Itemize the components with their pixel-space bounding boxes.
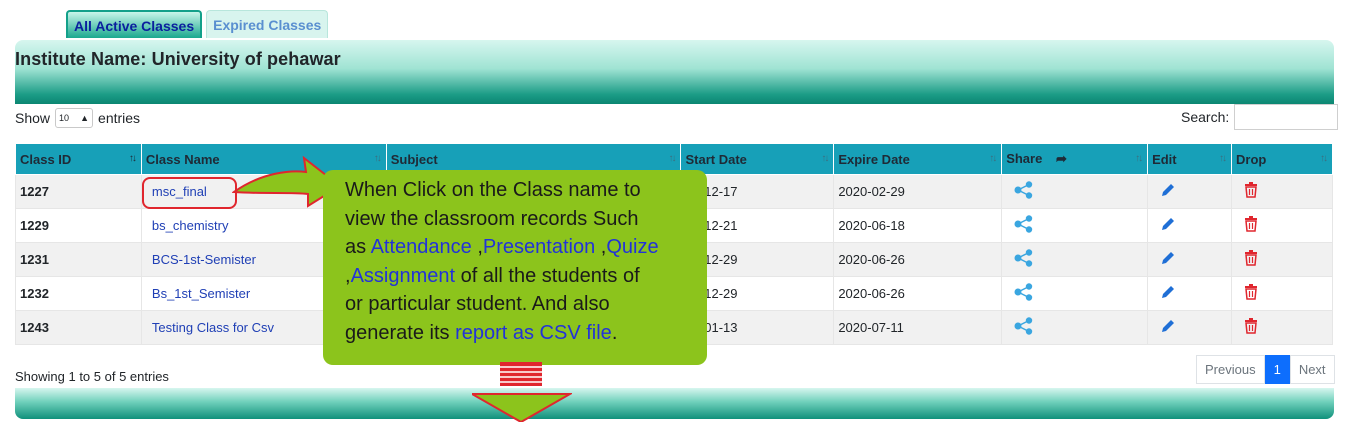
tab-all-active-classes[interactable]: All Active Classes xyxy=(66,10,203,38)
col-share[interactable]: Share ➦ ↑↓ xyxy=(1001,143,1149,175)
entries-select-value: 10 xyxy=(59,113,70,123)
pencil-icon[interactable] xyxy=(1160,284,1176,303)
trash-icon[interactable] xyxy=(1244,318,1258,337)
entries-label: entries xyxy=(98,110,141,126)
col-drop[interactable]: Drop ↑↓ xyxy=(1231,143,1333,175)
share-icon[interactable] xyxy=(1014,283,1034,304)
trash-icon[interactable] xyxy=(1244,284,1258,303)
class-id-cell: 1231 xyxy=(15,242,142,277)
callout-line-5: or particular student. And also xyxy=(345,293,610,315)
col-expire-date[interactable]: Expire Date ↑↓ xyxy=(833,143,1003,175)
drop-cell xyxy=(1231,208,1333,243)
edit-cell xyxy=(1147,242,1232,277)
updown-icon: ▲︎ xyxy=(80,113,90,123)
share-icon[interactable] xyxy=(1014,317,1034,338)
class-id-cell: 1229 xyxy=(15,208,142,243)
pencil-icon[interactable] xyxy=(1160,182,1176,201)
callout-line-1: When Click on the Class name to xyxy=(345,179,641,201)
share-cell xyxy=(1001,208,1149,243)
class-id-cell: 1232 xyxy=(15,276,142,311)
edit-cell xyxy=(1147,310,1232,345)
share-cell xyxy=(1001,242,1149,277)
col-edit[interactable]: Edit ↑↓ xyxy=(1147,143,1232,175)
share-cell xyxy=(1001,310,1149,345)
expire-date-cell: 2020-06-18 xyxy=(833,208,1003,243)
pencil-icon[interactable] xyxy=(1160,250,1176,269)
callout-line-3: as Attendance ,Presentation ,Quize xyxy=(345,236,659,258)
edit-cell xyxy=(1147,276,1232,311)
edit-cell xyxy=(1147,174,1232,209)
pencil-icon[interactable] xyxy=(1160,216,1176,235)
expire-date-cell: 2020-07-11 xyxy=(833,310,1003,345)
pagination: Previous 1 Next xyxy=(1196,355,1335,384)
search-label: Search: xyxy=(1181,109,1230,125)
trash-icon[interactable] xyxy=(1244,182,1258,201)
class-name-link[interactable]: bs_chemistry xyxy=(146,218,229,233)
share-icon[interactable] xyxy=(1014,215,1034,236)
down-arrow-icon xyxy=(472,362,572,422)
class-tabs: All Active Classes Expired Classes xyxy=(66,10,329,38)
class-id-cell: 1243 xyxy=(15,310,142,345)
class-name-link[interactable]: Bs_1st_Semister xyxy=(146,286,250,301)
col-start-date[interactable]: Start Date ↑↓ xyxy=(680,143,835,175)
search-input[interactable] xyxy=(1234,104,1339,130)
expire-date-cell: 2020-06-26 xyxy=(833,242,1003,277)
drop-cell xyxy=(1231,242,1333,277)
drop-cell xyxy=(1231,174,1333,209)
share-arrow-icon: ➦ xyxy=(1055,151,1067,166)
drop-cell xyxy=(1231,310,1333,345)
expire-date-cell: 2020-06-26 xyxy=(833,276,1003,311)
previous-button[interactable]: Previous xyxy=(1196,355,1265,384)
share-icon[interactable] xyxy=(1014,249,1034,270)
trash-icon[interactable] xyxy=(1244,250,1258,269)
institute-header: Institute Name: University of pehawar xyxy=(15,40,1334,104)
class-name-link[interactable]: BCS-1st-Semister xyxy=(146,252,256,267)
page-1-button[interactable]: 1 xyxy=(1264,355,1290,384)
entries-select[interactable]: 10 ▲︎ xyxy=(55,108,94,128)
class-name-link[interactable]: Testing Class for Csv xyxy=(146,320,274,335)
callout-line-4: ,Assignment of all the students of xyxy=(345,264,640,287)
entries-length-control: Show 10 ▲︎ entries xyxy=(15,108,140,128)
share-cell xyxy=(1001,174,1149,209)
col-class-id[interactable]: Class ID ↑↓ xyxy=(15,143,142,175)
drop-cell xyxy=(1231,276,1333,311)
pencil-icon[interactable] xyxy=(1160,318,1176,337)
callout-line-6: generate its report as CSV file. xyxy=(345,321,618,344)
share-cell xyxy=(1001,276,1149,311)
expire-date-cell: 2020-02-29 xyxy=(833,174,1003,209)
search-control: Search: xyxy=(1181,104,1339,130)
instruction-callout: When Click on the Class name to view the… xyxy=(323,170,707,365)
callout-line-2: view the classroom records Such xyxy=(345,207,639,230)
institute-title: Institute Name: University of pehawar xyxy=(15,49,341,69)
edit-cell xyxy=(1147,208,1232,243)
tab-expired-classes[interactable]: Expired Classes xyxy=(206,10,329,38)
class-name-highlight xyxy=(142,177,237,209)
table-info: Showing 1 to 5 of 5 entries xyxy=(15,369,169,384)
trash-icon[interactable] xyxy=(1244,216,1258,235)
show-label: Show xyxy=(15,110,51,126)
footer-bar xyxy=(15,388,1334,419)
class-id-cell: 1227 xyxy=(15,174,142,209)
share-icon[interactable] xyxy=(1014,181,1034,202)
next-button[interactable]: Next xyxy=(1289,355,1335,384)
